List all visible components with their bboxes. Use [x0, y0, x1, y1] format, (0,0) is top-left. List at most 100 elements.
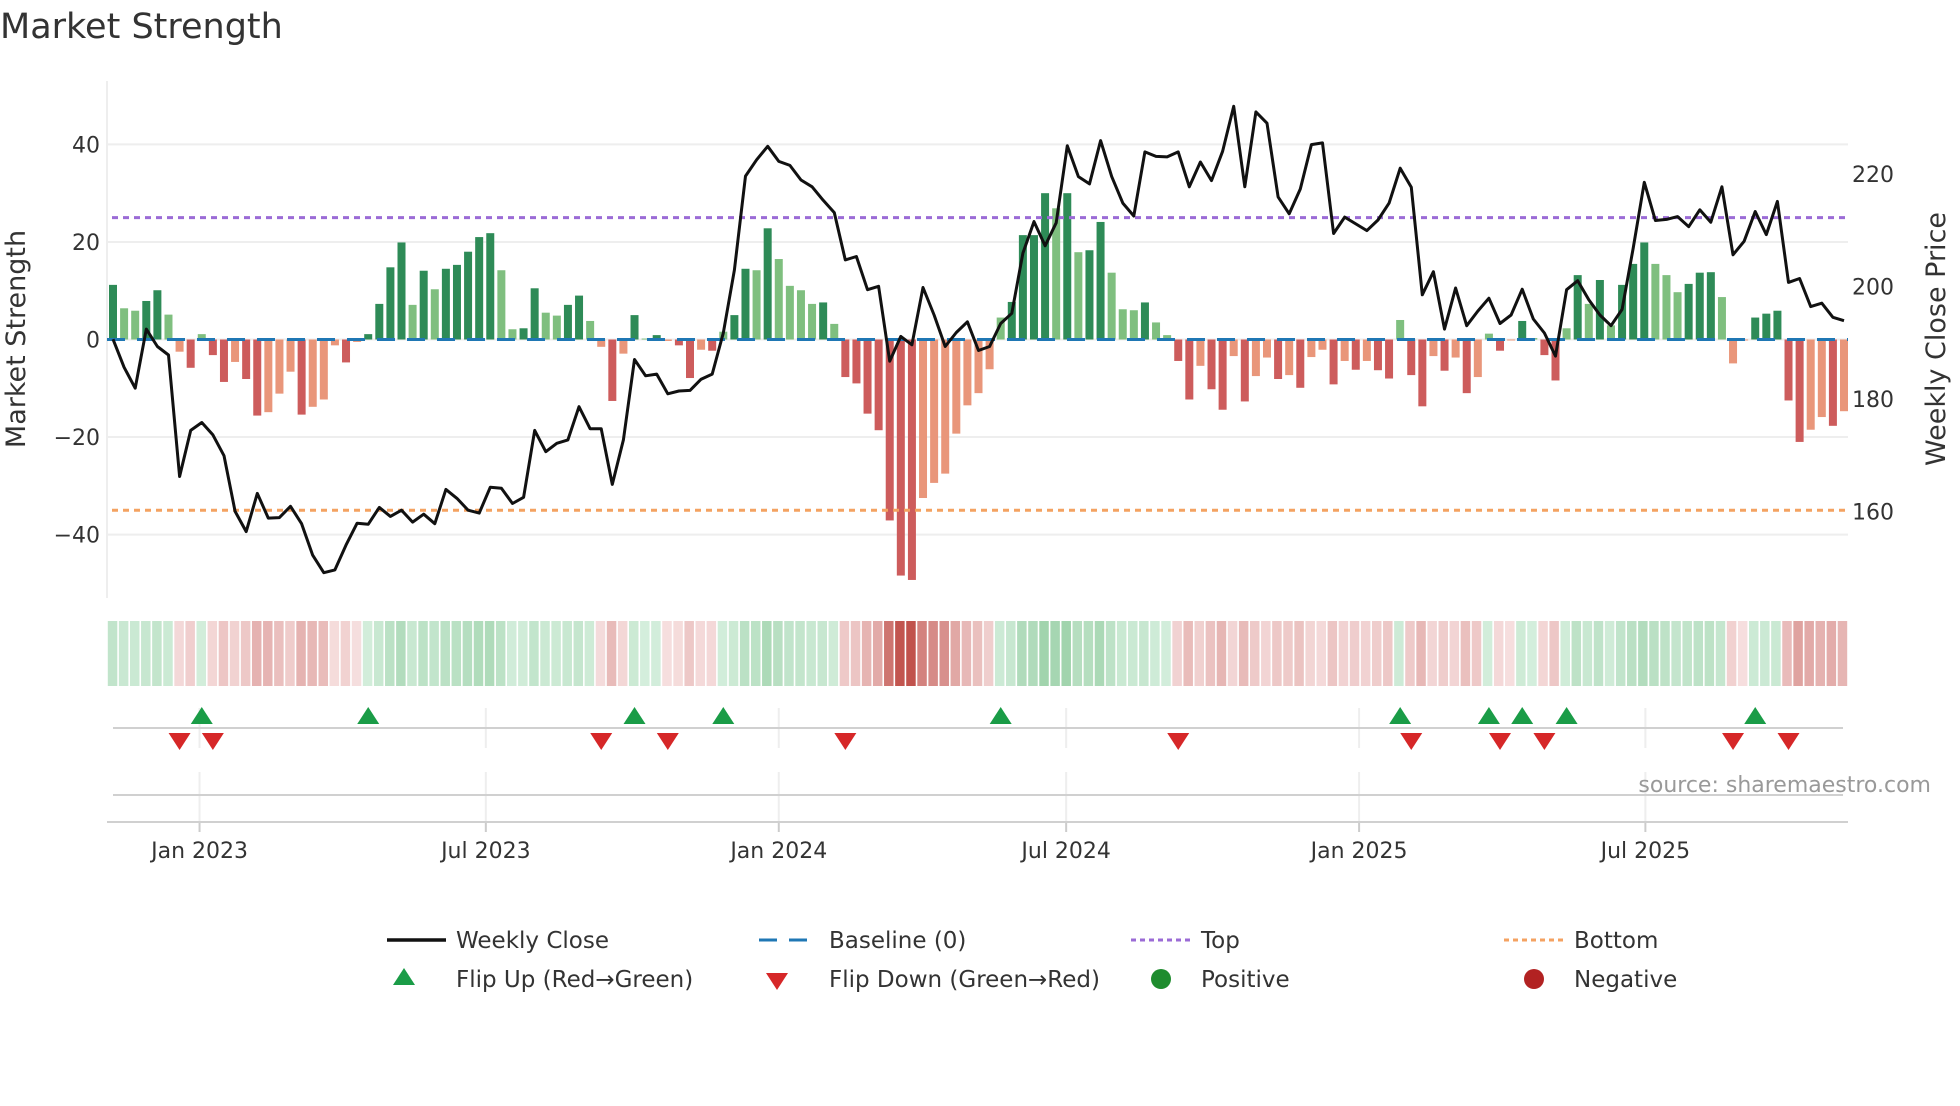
- strength-bar: [1185, 339, 1194, 400]
- strength-bar: [1840, 339, 1848, 412]
- strength-bar: [1373, 339, 1382, 371]
- strength-bar: [1706, 272, 1715, 340]
- left-tick-label: 0: [86, 329, 100, 354]
- heatmap-cell: [1261, 621, 1271, 686]
- strength-bar: [1140, 302, 1149, 340]
- strength-bar: [563, 304, 572, 340]
- strength-bar: [120, 308, 129, 340]
- heatmap-cell: [1371, 621, 1382, 686]
- heatmap-cell: [1161, 621, 1171, 686]
- heatmap-cell: [240, 621, 251, 686]
- strength-bar: [586, 320, 595, 340]
- flip-up-marker: [1744, 707, 1767, 724]
- strength-bar: [275, 339, 284, 394]
- strength-bar: [963, 339, 972, 406]
- heatmap-cell: [1360, 621, 1371, 686]
- strength-bar: [1207, 339, 1216, 390]
- strength-bar: [1651, 263, 1660, 340]
- flip-down-marker: [168, 733, 191, 750]
- strength-bar: [186, 339, 195, 368]
- heatmap-cell: [174, 621, 184, 686]
- heatmap-cell: [1294, 621, 1304, 686]
- heatmap-cell: [1471, 621, 1482, 686]
- heatmap-cell: [1194, 621, 1205, 686]
- flip-up-marker: [1477, 707, 1500, 724]
- heatmap-cell: [939, 621, 949, 686]
- strength-bar: [1673, 292, 1682, 340]
- strength-bar: [1351, 339, 1360, 370]
- strength-bar: [1263, 339, 1271, 358]
- heatmap-cell: [917, 621, 927, 686]
- heatmap-cell: [806, 621, 816, 686]
- strength-bar: [319, 339, 328, 400]
- strength-bar: [663, 339, 672, 341]
- heatmap-cell: [1615, 621, 1626, 686]
- flip-down-marker: [1722, 733, 1745, 750]
- strength-bar: [1729, 339, 1738, 364]
- heatmap-cell: [263, 621, 273, 686]
- flip-down-marker: [1167, 733, 1190, 750]
- strength-bar: [1274, 339, 1283, 380]
- strength-bar: [231, 339, 240, 362]
- heatmap-cell: [728, 621, 739, 686]
- heatmap-cell: [1505, 621, 1515, 686]
- legend-label: Bottom: [1574, 928, 1658, 954]
- heatmap-cell: [1249, 621, 1260, 686]
- heatmap-cell: [1493, 621, 1504, 686]
- heatmap-cell: [218, 621, 229, 686]
- heatmap-cell: [1593, 621, 1604, 686]
- strength-bar: [342, 339, 351, 363]
- heatmap-cell: [1726, 621, 1737, 686]
- heatmap-cell: [817, 621, 827, 686]
- heatmap-cell: [884, 621, 894, 686]
- heatmap-cell: [185, 621, 195, 686]
- strength-bar: [1773, 310, 1782, 340]
- strength-bar: [852, 339, 861, 384]
- strength-bar: [1307, 339, 1316, 358]
- heatmap-cell: [1826, 621, 1837, 686]
- heatmap-cell: [1349, 621, 1360, 686]
- strength-bar: [1473, 339, 1482, 378]
- strength-bar: [1584, 303, 1593, 340]
- right-tick-label: 160: [1852, 500, 1894, 525]
- strength-bar: [1329, 339, 1338, 385]
- heatmap-cell: [1150, 621, 1160, 686]
- strength-bar: [1385, 339, 1394, 379]
- heatmap-cell: [839, 621, 850, 686]
- left-tick-label: 40: [72, 133, 100, 158]
- heatmap-cell: [1438, 621, 1448, 686]
- heatmap-cell: [1216, 621, 1227, 686]
- strength-bar: [219, 339, 228, 382]
- heatmap-cell: [351, 621, 362, 686]
- heatmap-cell: [1183, 621, 1193, 686]
- legend-label: Flip Down (Green→Red): [829, 967, 1100, 993]
- strength-bar: [175, 339, 184, 352]
- heatmap-cell: [1682, 621, 1692, 686]
- circle-icon: [1151, 969, 1171, 989]
- legend-item-positive: Positive: [1151, 967, 1290, 993]
- legend-item-flip-down: Flip Down (Green→Red): [766, 967, 1100, 993]
- strength-bar: [109, 284, 117, 340]
- heatmap-cell: [1560, 621, 1570, 686]
- market-strength-chart: Market Strength 40200−20−40 220200180160…: [0, 7, 1952, 993]
- heatmap-cell: [1072, 621, 1083, 686]
- heatmap-cell: [529, 621, 539, 686]
- left-tick-label: −40: [54, 524, 100, 549]
- legend-item-weekly-close: Weekly Close: [387, 928, 609, 954]
- strength-bar: [1429, 339, 1438, 357]
- strength-bar: [1074, 252, 1083, 340]
- heatmap-cell: [773, 621, 783, 686]
- flip-down-marker: [1489, 733, 1512, 750]
- strength-bar: [1396, 319, 1405, 340]
- heatmap-cell: [1205, 621, 1216, 686]
- strength-bar: [1518, 320, 1527, 340]
- legend-label: Positive: [1201, 967, 1290, 993]
- strength-bar: [552, 315, 561, 340]
- right-y-axis-label: Weekly Close Price: [1921, 212, 1952, 466]
- right-tick-label: 180: [1852, 388, 1894, 413]
- heatmap-cell: [584, 621, 595, 686]
- legend-label: Baseline (0): [829, 928, 966, 954]
- heatmap-cell: [540, 621, 550, 686]
- heatmap-cell: [1139, 621, 1149, 686]
- strength-bar: [885, 339, 894, 521]
